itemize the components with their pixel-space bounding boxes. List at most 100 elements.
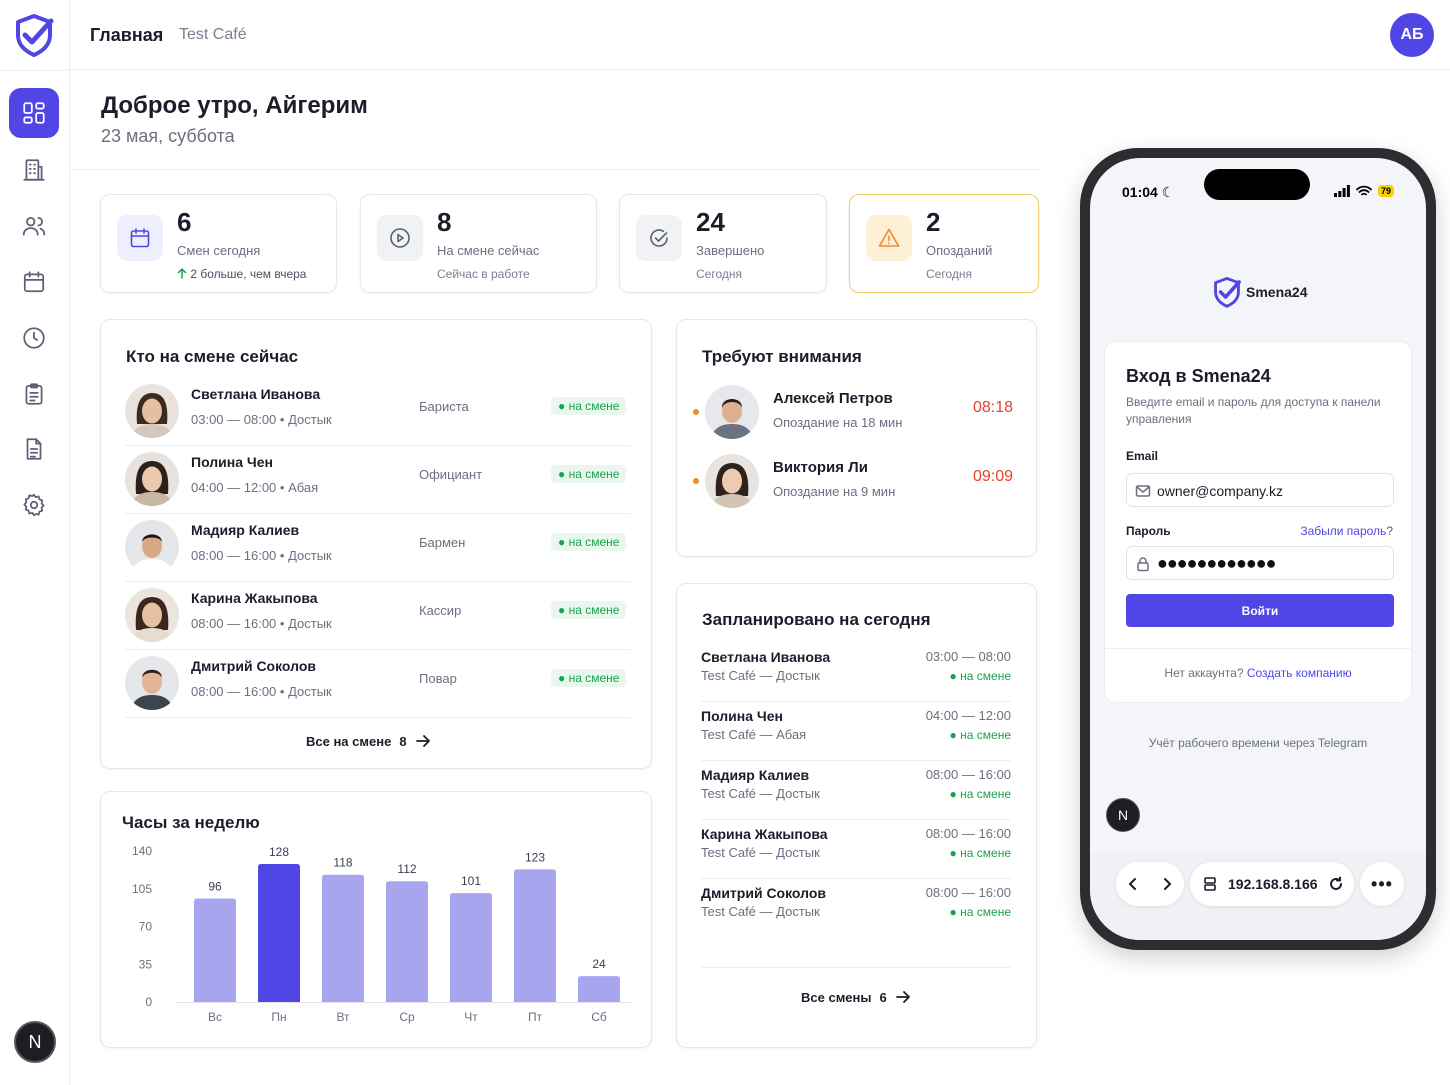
table-row[interactable]: Дмитрий Соколов 08:00 — 16:00 • Достык П… (125, 650, 631, 718)
arrival-time: 08:18 (972, 399, 1013, 416)
more-icon[interactable]: ••• (1360, 862, 1404, 906)
list-item[interactable]: Алексей Петров Опоздание на 18 мин 08:18 (693, 385, 1013, 445)
employee-name: Карина Жакыпова (701, 826, 828, 842)
gear-icon (23, 493, 45, 517)
x-tick-label: Вс (208, 1010, 222, 1024)
shift-time: 03:00 — 08:00 (925, 649, 1011, 664)
bar-Вт[interactable] (322, 874, 364, 1002)
table-row[interactable]: Полина Чен 04:00 — 12:00 • Абая Официант… (125, 446, 631, 514)
create-company-link[interactable]: Создать компанию (1247, 666, 1352, 680)
table-row[interactable]: Светлана Иванова Test Café — Достык 03:0… (701, 643, 1011, 702)
status-badge: ● на смене (949, 846, 1011, 860)
password-field[interactable]: ●●●●●●●●●●●● (1126, 546, 1394, 580)
bar-value-label: 118 (333, 856, 352, 870)
status-badge: ● на смене (551, 601, 627, 619)
bar-Вс[interactable] (194, 898, 236, 1002)
signal-icon (1334, 185, 1350, 197)
card-divider (1105, 648, 1411, 649)
sidebar-item-locations[interactable] (9, 145, 59, 195)
employee-photo (125, 520, 179, 574)
status-badge: ● на смене (551, 669, 627, 687)
bar-Пт[interactable] (514, 869, 556, 1002)
status-badge: ● на смене (949, 787, 1011, 801)
url-text: 192.168.8.166 (1228, 876, 1318, 892)
table-row[interactable]: Дмитрий Соколов Test Café — Достык 08:00… (701, 879, 1011, 968)
battery-level: 79 (1378, 185, 1395, 197)
sidebar-item-dashboard[interactable] (9, 88, 59, 138)
page-date: 23 мая, суббота (101, 126, 235, 146)
employee-photo (705, 454, 759, 508)
page-title: Доброе утро, Айгерим (101, 92, 368, 119)
sidebar-item-schedule[interactable] (9, 257, 59, 307)
email-value: owner@company.kz (1157, 483, 1283, 499)
stat-trend: 2 больше, чем вчера (177, 267, 306, 281)
table-row[interactable]: Мадияр Калиев Test Café — Достык 08:00 —… (701, 761, 1011, 820)
stat-card-late[interactable]: 2 Опозданий Сегодня (849, 194, 1039, 293)
bar-value-label: 101 (461, 874, 481, 888)
sidebar-item-timesheet[interactable] (9, 313, 59, 363)
building-icon (23, 159, 45, 181)
forgot-password-link[interactable]: Забыли пароль? (1300, 524, 1393, 538)
x-tick-label: Вт (336, 1010, 350, 1024)
logo-icon[interactable] (13, 13, 55, 57)
all-shifts-link[interactable]: Все смены 6 (801, 989, 911, 1005)
login-card: Вход в Smena24 Введите email и пароль дл… (1104, 341, 1412, 703)
employee-role: Бармен (419, 535, 466, 550)
employee-name: Полина Чен (191, 454, 273, 470)
breadcrumb-home[interactable]: Главная (90, 25, 163, 46)
back-icon[interactable] (1125, 876, 1141, 892)
late-note: Опоздание на 18 мин (773, 415, 903, 430)
planned-panel: Запланировано на сегодня Светлана Иванов… (676, 583, 1037, 1048)
sidebar-item-tasks[interactable] (9, 369, 59, 419)
user-avatar[interactable]: N (14, 1021, 56, 1063)
forward-icon[interactable] (1159, 876, 1175, 892)
bar-Сб[interactable] (578, 976, 620, 1002)
sidebar-divider (0, 70, 70, 71)
reload-icon[interactable] (1328, 876, 1344, 892)
wifi-icon (1356, 185, 1372, 196)
section-divider (70, 169, 1040, 170)
table-row[interactable]: Мадияр Калиев 08:00 — 16:00 • Достык Бар… (125, 514, 631, 582)
shift-location: Test Café — Достык (701, 668, 820, 683)
sidebar-item-employees[interactable] (9, 201, 59, 251)
dashboard-icon (23, 102, 45, 124)
late-note: Опоздание на 9 мин (773, 484, 896, 499)
table-row[interactable]: Карина Жакыпова 08:00 — 16:00 • Достык К… (125, 582, 631, 650)
stat-card-on-shift[interactable]: 8 На смене сейчас Сейчас в работе (360, 194, 597, 293)
login-button[interactable]: Войти (1126, 594, 1394, 627)
employee-photo (125, 656, 179, 710)
employee-role: Повар (419, 671, 457, 686)
check-circle-icon (650, 229, 668, 247)
table-row[interactable]: Карина Жакыпова Test Café — Достык 08:00… (701, 820, 1011, 879)
all-on-shift-link[interactable]: Все на смене 8 (306, 733, 431, 749)
bar-Чт[interactable] (450, 893, 492, 1002)
list-item[interactable]: Виктория Ли Опоздание на 9 мин 09:09 (693, 454, 1013, 514)
email-field[interactable]: owner@company.kz (1126, 473, 1394, 507)
table-row[interactable]: Полина Чен Test Café — Абая 04:00 — 12:0… (701, 702, 1011, 761)
alert-dot (693, 409, 699, 415)
address-bar[interactable]: 192.168.8.166 (1190, 862, 1354, 906)
sidebar-item-settings[interactable] (9, 480, 59, 530)
stat-label: На смене сейчас (437, 243, 540, 258)
employee-name: Мадияр Калиев (701, 767, 810, 783)
y-tick-label: 70 (139, 920, 153, 934)
profile-avatar[interactable]: АБ (1390, 13, 1434, 57)
user-avatar[interactable]: N (1106, 798, 1140, 832)
arrival-time: 09:09 (972, 468, 1013, 485)
sidebar-item-reports[interactable] (9, 424, 59, 474)
bar-Ср[interactable] (386, 881, 428, 1002)
stat-card-shifts-today[interactable]: 6 Смен сегодня 2 больше, чем вчера (100, 194, 337, 293)
stat-label: Завершено (696, 243, 765, 258)
stat-value: 6 (177, 207, 192, 237)
bar-Пн[interactable] (258, 863, 300, 1002)
shift-time: 08:00 — 16:00 (925, 826, 1011, 841)
stat-card-completed[interactable]: 24 Завершено Сегодня (619, 194, 827, 293)
stat-icon-box (636, 215, 682, 261)
arrow-up-icon (177, 268, 187, 279)
employee-name: Дмитрий Соколов (191, 658, 317, 674)
status-badge: ● на смене (949, 669, 1011, 683)
panel-title: Требуют внимания (702, 347, 862, 366)
table-row[interactable]: Светлана Иванова 03:00 — 08:00 • Достык … (125, 378, 631, 446)
status-badge: ● на смене (949, 728, 1011, 742)
breadcrumb-cafe[interactable]: Test Café (179, 26, 247, 44)
